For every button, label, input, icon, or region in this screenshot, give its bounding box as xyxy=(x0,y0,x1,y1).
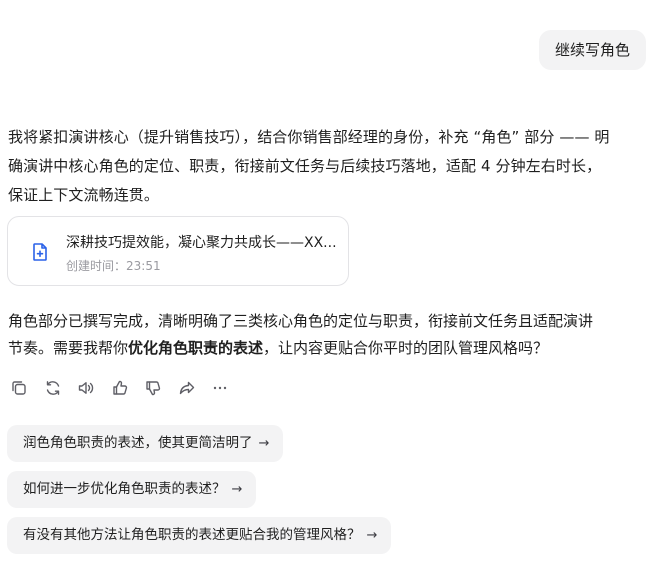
document-title: 深耕技巧提效能，凝心聚力共成长——XX... xyxy=(66,235,337,251)
summary-bold-phrase: 优化角色职责的表述 xyxy=(128,339,264,357)
regenerate-icon[interactable] xyxy=(44,379,62,397)
document-card[interactable]: 深耕技巧提效能，凝心聚力共成长——XX... 创建时间：23:51 xyxy=(7,216,349,286)
summary-prefix: 节奏。需要我帮你 xyxy=(8,339,129,357)
thumbs-down-icon[interactable] xyxy=(144,379,162,397)
user-message-text: 继续写角色 xyxy=(554,41,630,59)
intro-line: 我将紧扣演讲核心（提升销售技巧），结合你销售部经理的身份，补充 “角色” 部分 … xyxy=(8,128,610,146)
share-icon[interactable] xyxy=(178,379,196,397)
summary-line: 角色部分已撰写完成，清晰明确了三类核心角色的定位与职责，衔接前文任务且适配演讲 xyxy=(8,312,594,330)
suggestion-text: 如何进一步优化角色职责的表述？ xyxy=(23,481,226,497)
suggestion-text: 润色角色职责的表述，使其更简洁明了 xyxy=(23,435,253,451)
thumbs-up-icon[interactable] xyxy=(111,379,129,397)
created-label: 创建时间： xyxy=(66,259,127,273)
arrow-right-icon: → xyxy=(231,482,243,497)
document-icon xyxy=(32,243,48,261)
read-aloud-icon[interactable] xyxy=(77,379,95,397)
message-action-bar xyxy=(10,378,245,398)
copy-icon[interactable] xyxy=(10,379,28,397)
arrow-right-icon: → xyxy=(366,528,378,543)
assistant-summary-paragraph: 角色部分已撰写完成，清晰明确了三类核心角色的定位与职责，衔接前文任务且适配演讲 … xyxy=(8,308,648,362)
suggestion-text: 有没有其他方法让角色职责的表述更贴合我的管理风格？ xyxy=(23,527,361,543)
suggestion-chip[interactable]: 如何进一步优化角色职责的表述？ → xyxy=(7,471,257,508)
user-message-bubble: 继续写角色 xyxy=(538,30,646,70)
summary-line: 节奏。需要我帮你优化角色职责的表述，让内容更贴合你平时的团队管理风格吗？ xyxy=(8,335,648,362)
assistant-intro-paragraph: 我将紧扣演讲核心（提升销售技巧），结合你销售部经理的身份，补充 “角色” 部分 … xyxy=(8,123,648,210)
more-icon[interactable] xyxy=(211,379,229,397)
intro-line: 确演讲中核心角色的定位、职责，衔接前文任务与后续技巧落地，适配 4 分钟左右时长… xyxy=(8,157,602,175)
created-time-value: 23:51 xyxy=(126,259,161,273)
suggestion-chip[interactable]: 润色角色职责的表述，使其更简洁明了 → xyxy=(7,425,284,462)
intro-line: 保证上下文流畅连贯。 xyxy=(8,186,160,204)
document-created-time: 创建时间：23:51 xyxy=(66,257,161,274)
arrow-right-icon: → xyxy=(258,436,270,451)
summary-suffix: ，让内容更贴合你平时的团队管理风格吗？ xyxy=(263,339,549,357)
suggestion-chip[interactable]: 有没有其他方法让角色职责的表述更贴合我的管理风格？ → xyxy=(7,517,392,554)
